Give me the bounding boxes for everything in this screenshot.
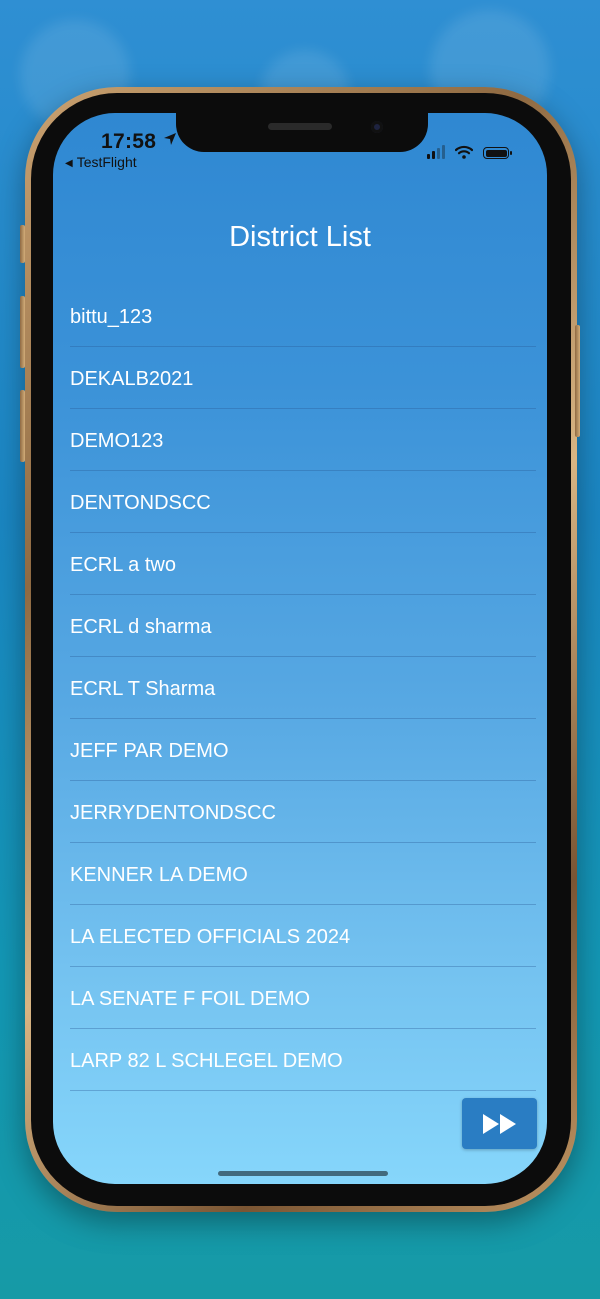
back-app-label: TestFlight (76, 154, 137, 170)
status-time: 17:58 (101, 130, 157, 153)
district-name: KENNER LA DEMO (70, 863, 248, 886)
district-list-item[interactable]: DEMO123 (70, 409, 536, 471)
district-list: bittu_123 DEKALB2021 DEMO123 DENTONDSCC ECRL… (70, 285, 536, 1091)
district-name: ECRL a two (70, 553, 176, 576)
fast-forward-icon (482, 1113, 516, 1134)
district-name: DENTONDSCC (70, 491, 211, 514)
cellular-signal-icon (427, 145, 445, 159)
district-list-item[interactable]: bittu_123 (70, 285, 536, 347)
page-title: District List (229, 221, 371, 253)
district-list-item[interactable]: JEFF PAR DEMO (70, 719, 536, 781)
battery-icon (483, 147, 512, 159)
district-list-item[interactable]: ECRL T Sharma (70, 657, 536, 719)
district-name: JEFF PAR DEMO (70, 739, 229, 762)
district-name: ECRL T Sharma (70, 677, 216, 700)
district-name: DEMO123 (70, 429, 164, 452)
volume-down-button (20, 390, 25, 462)
home-indicator (218, 1171, 388, 1176)
power-button (575, 325, 580, 437)
district-list-item[interactable]: LA SENATE F FOIL DEMO (70, 967, 536, 1029)
district-name: ECRL d sharma (70, 615, 212, 638)
wifi-icon (455, 145, 473, 159)
district-name: LA ELECTED OFFICIALS 2024 (70, 925, 351, 948)
district-name: LA SENATE F FOIL DEMO (70, 987, 311, 1010)
district-name: JERRYDENTONDSCC (70, 801, 276, 824)
district-list-item[interactable]: KENNER LA DEMO (70, 843, 536, 905)
district-name: DEKALB2021 (70, 367, 194, 390)
district-list-item[interactable]: JERRYDENTONDSCC (70, 781, 536, 843)
volume-up-button (20, 296, 25, 368)
front-camera (371, 121, 383, 133)
district-list-item[interactable]: DENTONDSCC (70, 471, 536, 533)
district-name: bittu_123 (70, 305, 153, 328)
speaker-grille (268, 123, 332, 130)
notch (176, 113, 428, 152)
location-arrow-icon (164, 133, 176, 145)
district-list-item[interactable]: ECRL a two (70, 533, 536, 595)
app-screen: 17:58 ◀ TestFlight District List bittu_12… (53, 113, 547, 1184)
district-list-item[interactable]: LA ELECTED OFFICIALS 2024 (70, 905, 536, 967)
status-icons (427, 143, 512, 159)
district-list-item[interactable]: LARP 82 L SCHLEGEL DEMO (70, 1029, 536, 1091)
mute-switch (20, 225, 25, 263)
district-name: LARP 82 L SCHLEGEL DEMO (70, 1049, 343, 1072)
next-button[interactable] (462, 1098, 537, 1149)
back-to-app-link[interactable]: ◀ TestFlight (65, 154, 137, 170)
district-list-item[interactable]: ECRL d sharma (70, 595, 536, 657)
district-list-item[interactable]: DEKALB2021 (70, 347, 536, 409)
back-arrow-icon: ◀ (65, 158, 73, 169)
